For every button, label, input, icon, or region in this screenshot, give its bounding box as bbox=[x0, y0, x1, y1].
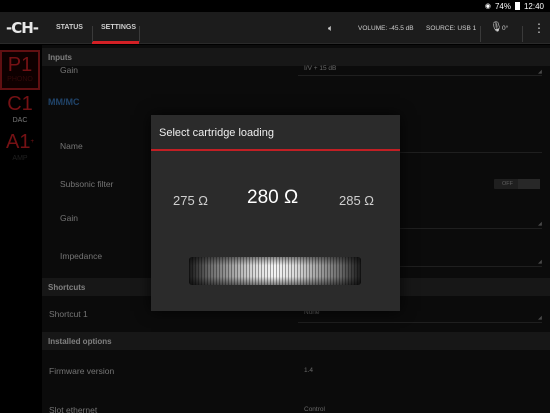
dialog-title-divider bbox=[151, 149, 400, 151]
picker-selected-value: 280 Ω bbox=[247, 187, 299, 208]
cartridge-loading-dialog: Select cartridge loading 275 Ω 280 Ω 285… bbox=[151, 115, 400, 311]
app-bar: -CH- STATUS SETTINGS 🔈︎ VOLUME: -45.5 dB… bbox=[0, 12, 550, 44]
dialog-title: Select cartridge loading bbox=[159, 127, 274, 139]
rotary-knob-slider[interactable] bbox=[189, 257, 361, 285]
system-status-bar: ◉ 74% 12:40 bbox=[0, 0, 550, 12]
battery-icon bbox=[514, 2, 520, 10]
clock: 12:40 bbox=[523, 1, 544, 11]
source-readout[interactable]: SOURCE: USB 1 bbox=[426, 25, 476, 32]
tab-settings[interactable]: SETTINGS bbox=[101, 24, 136, 31]
appbar-divider bbox=[522, 26, 523, 42]
brand-logo: -CH- bbox=[6, 19, 39, 37]
tab-divider bbox=[139, 26, 140, 42]
phase-readout: 0° bbox=[502, 25, 509, 32]
wifi-icon: ◉ bbox=[484, 3, 491, 10]
tab-divider bbox=[92, 26, 93, 42]
appbar-divider bbox=[480, 26, 481, 42]
volume-readout[interactable]: VOLUME: -45.5 dB bbox=[358, 25, 414, 32]
picker-next-value[interactable]: 285 Ω bbox=[339, 193, 374, 208]
picker-previous-value[interactable]: 275 Ω bbox=[173, 193, 208, 208]
microphone-icon[interactable]: 🎙︎ bbox=[490, 22, 503, 33]
overflow-menu-icon[interactable]: ⋮ bbox=[533, 21, 545, 35]
battery-percent: 74% bbox=[494, 1, 511, 11]
speaker-icon[interactable]: 🔈︎ bbox=[328, 23, 333, 34]
tab-status[interactable]: STATUS bbox=[56, 24, 83, 31]
active-tab-indicator bbox=[92, 41, 139, 44]
